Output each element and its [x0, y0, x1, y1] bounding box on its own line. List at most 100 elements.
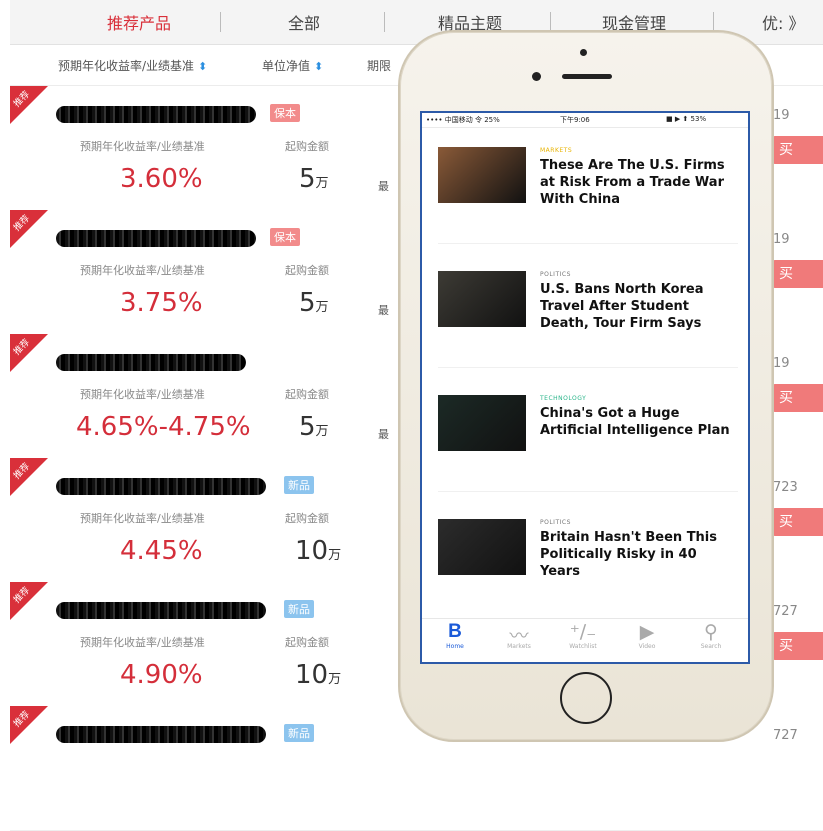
- article-thumbnail: [438, 147, 526, 203]
- sort-by-yield[interactable]: 预期年化收益率/业绩基准 ⬍: [58, 57, 207, 74]
- article-category: POLITICS: [540, 271, 571, 278]
- article-category: TECHNOLOGY: [540, 395, 587, 402]
- news-article[interactable]: POLITICS Britain Hasn't Been This Politic…: [438, 519, 738, 609]
- truncated-text: 最: [378, 304, 389, 317]
- tab-divider: [220, 12, 221, 32]
- article-thumbnail: [438, 395, 526, 451]
- article-headline: These Are The U.S. Firms at Risk From a …: [540, 158, 725, 207]
- tab-divider: [713, 12, 714, 32]
- tab-label: Markets: [507, 643, 531, 650]
- redacted-product-name: [56, 478, 266, 495]
- tab-search[interactable]: ⚲ Search: [686, 621, 736, 650]
- news-article[interactable]: TECHNOLOGY China's Got a Huge Artificial …: [438, 395, 738, 485]
- article-divider: [438, 491, 738, 492]
- iphone-device: •••• 中国移动 令 25% 下午9:06 ■ ▶ ⬆ 53% MARKETS…: [398, 30, 774, 742]
- front-camera: [580, 49, 587, 56]
- tab-video[interactable]: ▶ Video: [622, 621, 672, 650]
- min-amount-label: 起购金额: [285, 264, 329, 277]
- tab-label: Home: [446, 643, 464, 650]
- earpiece-speaker: [562, 74, 612, 79]
- tab-recommended[interactable]: 推荐产品: [107, 10, 171, 34]
- min-amount: 10万: [295, 660, 342, 690]
- buy-button[interactable]: 买: [773, 508, 823, 536]
- yield-rate: 3.75%: [120, 288, 203, 318]
- redacted-product-name: [56, 602, 266, 619]
- article-headline: China's Got a Huge Artificial Intelligen…: [540, 406, 730, 438]
- product-badge: 新品: [284, 476, 314, 494]
- search-icon: ⚲: [704, 621, 718, 643]
- home-button[interactable]: [560, 672, 612, 724]
- sort-by-nav[interactable]: 单位净值 ⬍: [262, 57, 323, 74]
- status-time: 下午9:06: [560, 116, 590, 124]
- yield-label: 预期年化收益率/业绩基准: [80, 512, 205, 525]
- min-amount-label: 起购金额: [285, 512, 329, 525]
- yield-rate: 3.60%: [120, 164, 203, 194]
- home-icon: B: [448, 621, 462, 642]
- sort-arrows-icon: ⬍: [198, 60, 208, 73]
- tab-label: Search: [700, 643, 722, 650]
- article-thumbnail: [438, 271, 526, 327]
- min-amount-label: 起购金额: [285, 140, 329, 153]
- news-article[interactable]: MARKETS These Are The U.S. Firms at Risk …: [438, 147, 738, 237]
- min-amount: 5万: [299, 164, 329, 194]
- tab-markets[interactable]: 〰 Markets: [494, 621, 544, 650]
- min-amount: 5万: [299, 288, 329, 318]
- chevron-right-icon: 》: [788, 14, 805, 33]
- min-amount: 10万: [295, 536, 342, 566]
- watchlist-icon: ⁺∕₋: [569, 621, 597, 643]
- yield-label: 预期年化收益率/业绩基准: [80, 140, 205, 153]
- product-badge: 保本: [270, 228, 300, 246]
- right-number: 727: [773, 604, 798, 619]
- yield-rate: 4.65%-4.75%: [76, 412, 251, 442]
- carrier-signal: •••• 中国移动 令 25%: [426, 116, 500, 124]
- buy-button[interactable]: 买: [773, 260, 823, 288]
- right-number: 19: [773, 356, 790, 371]
- redacted-product-name: [56, 354, 246, 371]
- redacted-product-name: [56, 726, 266, 743]
- product-badge: 保本: [270, 104, 300, 122]
- tab-all[interactable]: 全部: [288, 10, 320, 34]
- tab-divider: [550, 12, 551, 32]
- right-number: 19: [773, 232, 790, 247]
- battery-status: ■ ▶ ⬆ 53%: [666, 115, 707, 123]
- right-number: 19: [773, 108, 790, 123]
- yield-label: 预期年化收益率/业绩基准: [80, 264, 205, 277]
- min-amount-label: 起购金额: [285, 388, 329, 401]
- sort-arrows-icon: ⬍: [314, 60, 324, 73]
- min-amount-label: 起购金额: [285, 636, 329, 649]
- news-article[interactable]: POLITICS U.S. Bans North Korea Travel Aft…: [438, 271, 738, 361]
- tab-home[interactable]: B Home: [430, 621, 480, 650]
- yield-rate: 4.90%: [120, 660, 203, 690]
- article-thumbnail: [438, 519, 526, 575]
- article-divider: [438, 243, 738, 244]
- min-amount: 5万: [299, 412, 329, 442]
- phone-screen: •••• 中国移动 令 25% 下午9:06 ■ ▶ ⬆ 53% MARKETS…: [420, 111, 750, 664]
- truncated-text: 最: [378, 428, 389, 441]
- proximity-sensor: [532, 72, 541, 81]
- tab-label: Video: [638, 643, 656, 650]
- tab-watchlist[interactable]: ⁺∕₋ Watchlist: [558, 621, 608, 650]
- tab-divider: [384, 12, 385, 32]
- article-category: POLITICS: [540, 519, 571, 526]
- buy-button[interactable]: 买: [773, 632, 823, 660]
- product-badge: 新品: [284, 724, 314, 742]
- article-headline: Britain Hasn't Been This Politically Ris…: [540, 530, 718, 579]
- status-bar: •••• 中国移动 令 25% 下午9:06 ■ ▶ ⬆ 53%: [422, 113, 748, 128]
- article-headline: U.S. Bans North Korea Travel After Stude…: [540, 282, 704, 331]
- buy-button[interactable]: 买: [773, 136, 823, 164]
- article-category: MARKETS: [540, 147, 573, 154]
- yield-rate: 4.45%: [120, 536, 203, 566]
- article-divider: [438, 367, 738, 368]
- yield-label: 预期年化收益率/业绩基准: [80, 636, 205, 649]
- redacted-product-name: [56, 230, 256, 247]
- redacted-product-name: [56, 106, 256, 123]
- right-number: 723: [773, 480, 798, 495]
- yield-label: 预期年化收益率/业绩基准: [80, 388, 205, 401]
- sort-by-term[interactable]: 期限: [367, 57, 391, 74]
- tab-more[interactable]: 优: 》: [762, 10, 805, 34]
- bottom-tab-bar: B Home 〰 Markets ⁺∕₋ Watchlist ▶ Video ⚲ Search: [422, 618, 748, 662]
- tab-label: Watchlist: [569, 643, 597, 650]
- buy-button[interactable]: 买: [773, 384, 823, 412]
- video-icon: ▶: [639, 621, 655, 643]
- product-badge: 新品: [284, 600, 314, 618]
